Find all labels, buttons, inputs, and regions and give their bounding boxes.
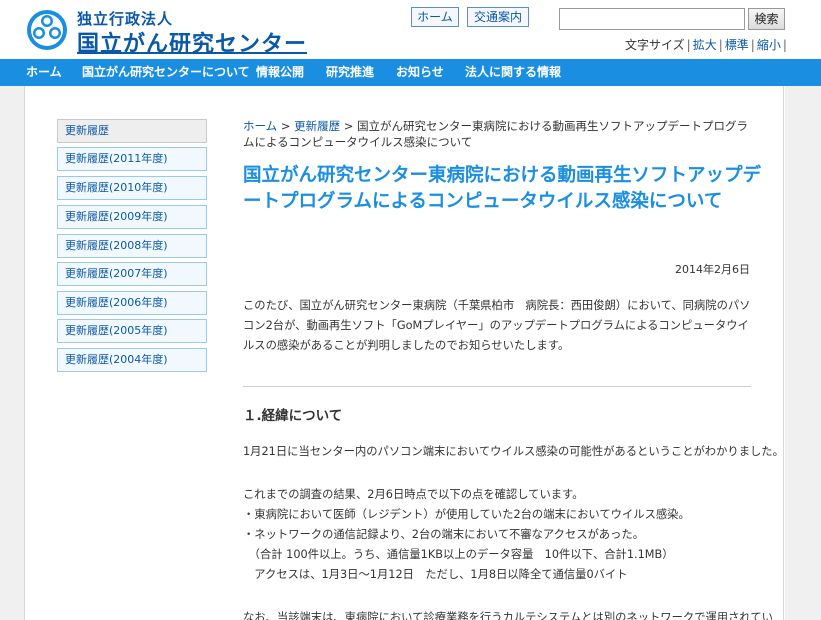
search-button[interactable]: 検索 [748, 8, 785, 30]
section-heading-background: １.経緯について [243, 408, 343, 424]
breadcrumb: ホーム > 更新履歴 > 国立がん研究センター東病院における動画再生ソフトアップ… [243, 118, 755, 150]
global-nav: ホーム 国立がん研究センターについて 情報公開 研究推進 お知らせ 法人に関する… [0, 59, 821, 86]
nav-item-about[interactable]: 国立がん研究センターについて [82, 59, 250, 86]
section-divider [243, 386, 751, 387]
nav-item-news[interactable]: お知らせ [396, 59, 444, 86]
sidebar-item-2007[interactable]: 更新履歴(2007年度) [57, 262, 207, 286]
page-title: 国立がん研究センター東病院における動画再生ソフトアップデートプログラムによるコン… [243, 165, 762, 212]
sidebar-item-2008[interactable]: 更新履歴(2008年度) [57, 234, 207, 258]
paragraph-network-note: なお、当該端末は、東病院において診療業務を行うカルテシステムとは別のネットワーク… [243, 611, 773, 620]
breadcrumb-home-link[interactable]: ホーム [243, 119, 277, 133]
site-header: 独立行政法人 国立がん研究センター ホーム 交通案内 検索 文字サイズ | 拡大 | 標… [0, 0, 821, 58]
intro-paragraph: このたび、国立がん研究センター東病院（千葉県柏市 病院長：西田俊朗）において、同… [243, 299, 751, 352]
breadcrumb-separator: > [340, 119, 358, 133]
sidebar-item-2009[interactable]: 更新履歴(2009年度) [57, 205, 207, 229]
paragraph-bullet-access: ・ネットワークの通信記録より、2台の端末において不審なアクセスがあった。 [243, 528, 644, 541]
logo-underline [77, 52, 307, 54]
font-size-controls: 文字サイズ | 拡大 | 標準 | 縮小 | [625, 38, 787, 52]
breadcrumb-history-link[interactable]: 更新履歴 [294, 119, 340, 133]
paragraph-bullet-infection: ・東病院において医師（レジデント）が使用していた2台の端末においてウイルス感染。 [243, 508, 690, 521]
page-background-left [0, 86, 24, 620]
font-standard-link[interactable]: 標準 [725, 38, 749, 52]
paragraph-discovery: 1月21日に当センター内のパソコン端末においてウイルス感染の可能性があるというこ… [243, 445, 784, 458]
sidebar-item-2011[interactable]: 更新履歴(2011年度) [57, 147, 207, 171]
paragraph-access-count: （合計 100件以上。うち、通信量1KB以上のデータ容量 10件以下、合計1.1… [243, 548, 674, 561]
sidebar-item-history[interactable]: 更新履歴 [57, 119, 207, 143]
nav-item-home[interactable]: ホーム [26, 59, 62, 86]
header-access-button[interactable]: 交通案内 [467, 7, 529, 27]
font-small-link[interactable]: 縮小 [757, 38, 781, 52]
paragraph-investigation: これまでの調査の結果、2月6日時点で以下の点を確認しています。 [243, 488, 584, 501]
nav-item-disclosure[interactable]: 情報公開 [256, 59, 304, 86]
header-home-button[interactable]: ホーム [411, 7, 459, 27]
paragraph-access-period: アクセスは、1月3日～1月12日 ただし、1月8日以降全て通信量0バイト [243, 568, 628, 581]
font-large-link[interactable]: 拡大 [693, 38, 717, 52]
page-background-right [785, 86, 821, 620]
font-size-label: 文字サイズ [625, 38, 685, 52]
sidebar-item-2005[interactable]: 更新履歴(2005年度) [57, 319, 207, 343]
sidebar-item-2010[interactable]: 更新履歴(2010年度) [57, 176, 207, 200]
nav-item-corporate[interactable]: 法人に関する情報 [465, 59, 561, 86]
publish-date: 2014年2月6日 [675, 263, 750, 276]
sidebar-item-2004[interactable]: 更新履歴(2004年度) [57, 348, 207, 372]
breadcrumb-separator: > [277, 119, 295, 133]
search-input[interactable] [559, 8, 745, 30]
nav-item-research[interactable]: 研究推進 [326, 59, 374, 86]
sidebar-item-2006[interactable]: 更新履歴(2006年度) [57, 291, 207, 315]
logo-icon[interactable] [25, 8, 69, 52]
